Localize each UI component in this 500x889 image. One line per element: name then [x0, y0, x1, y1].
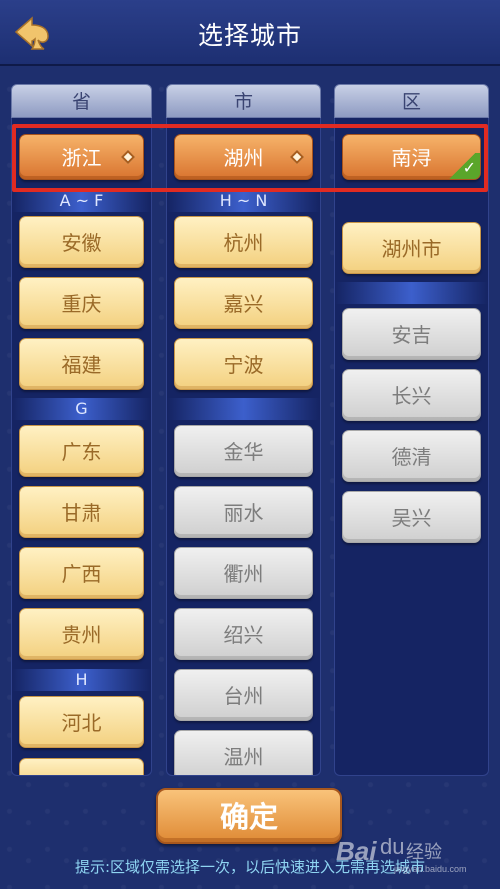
city-item-taizhou[interactable]: 台州	[174, 669, 313, 721]
baidu-jingyan-watermark: Bai du 经验 jingyan.baidu.com	[336, 832, 467, 882]
group-header-h-n: H ~ N	[167, 190, 320, 212]
province-selected-button[interactable]: 浙江	[19, 134, 144, 180]
district-item-wuxing[interactable]: 吴兴	[342, 491, 481, 543]
city-item-lishui[interactable]: 丽水	[174, 486, 313, 538]
province-item-gansu[interactable]: 甘肃	[19, 486, 144, 538]
city-item-quzhou[interactable]: 衢州	[174, 547, 313, 599]
province-item-guangdong[interactable]: 广东	[19, 425, 144, 477]
district-selected-button[interactable]: 南浔 ✓	[342, 134, 481, 180]
district-separator	[335, 282, 488, 304]
city-item-jiaxing[interactable]: 嘉兴	[174, 277, 313, 329]
province-item-guizhou[interactable]: 贵州	[19, 608, 144, 660]
group-header-a-f: A ~ F	[12, 190, 151, 212]
province-item-fujian[interactable]: 福建	[19, 338, 144, 390]
district-item-deqing[interactable]: 德清	[342, 430, 481, 482]
city-item-jinhua[interactable]: 金华	[174, 425, 313, 477]
district-item-changxing[interactable]: 长兴	[342, 369, 481, 421]
watermark-logo: Bai	[336, 836, 377, 866]
province-item-chongqing[interactable]: 重庆	[19, 277, 144, 329]
baidu-paw-icon: du	[380, 834, 405, 859]
province-column-header: 省	[11, 84, 152, 118]
group-header-g: G	[12, 398, 151, 420]
district-item-anji[interactable]: 安吉	[342, 308, 481, 360]
city-item-ningbo[interactable]: 宁波	[174, 338, 313, 390]
district-column-header: 区	[334, 84, 489, 118]
district-column: 区 南浔 ✓ 湖州市 安吉 长兴 德清 吴兴	[334, 84, 489, 776]
confirm-button[interactable]: 确定	[156, 788, 342, 844]
city-separator	[167, 398, 320, 420]
city-column-header: 市	[166, 84, 321, 118]
province-column: 省 浙江 A ~ F 安徽 重庆 福建 G 广东 甘肃 广西 贵州 H 河北	[11, 84, 152, 776]
watermark-text: 经验	[406, 842, 442, 862]
watermark-url: jingyan.baidu.com	[394, 864, 467, 874]
city-item-shaoxing[interactable]: 绍兴	[174, 608, 313, 660]
city-list[interactable]: 湖州 H ~ N 杭州 嘉兴 宁波 金华 丽水 衢州 绍兴 台州 温州	[166, 118, 321, 776]
city-item-wenzhou[interactable]: 温州	[174, 730, 313, 775]
city-selected-button[interactable]: 湖州	[174, 134, 313, 180]
district-item-huzhou-city[interactable]: 湖州市	[342, 222, 481, 274]
group-header-h: H	[12, 669, 151, 691]
province-item-hebei[interactable]: 河北	[19, 696, 144, 748]
province-item-anhui[interactable]: 安徽	[19, 216, 144, 268]
check-icon: ✓	[462, 158, 476, 177]
page-title: 选择城市	[197, 21, 302, 50]
city-item-hangzhou[interactable]: 杭州	[174, 216, 313, 268]
province-item-partial[interactable]	[19, 758, 144, 775]
province-list[interactable]: 浙江 A ~ F 安徽 重庆 福建 G 广东 甘肃 广西 贵州 H 河北	[11, 118, 152, 776]
city-column: 市 湖州 H ~ N 杭州 嘉兴 宁波 金华 丽水 衢州 绍兴 台州 温州	[166, 84, 321, 776]
province-item-guangxi[interactable]: 广西	[19, 547, 144, 599]
header-bar: 选择城市	[0, 0, 500, 66]
district-list[interactable]: 南浔 ✓ 湖州市 安吉 长兴 德清 吴兴	[334, 118, 489, 776]
